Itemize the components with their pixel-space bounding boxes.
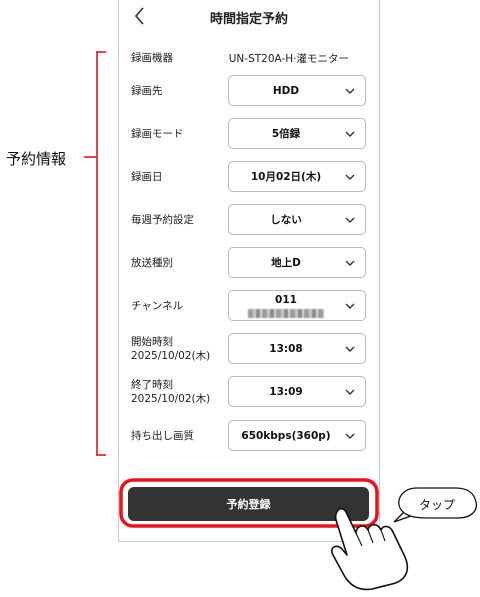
destination-select[interactable]: HDD bbox=[228, 75, 366, 106]
row-label-date: 録画日 bbox=[131, 171, 163, 183]
broadcast-value: 地上D bbox=[271, 257, 301, 269]
chevron-down-icon bbox=[345, 131, 355, 137]
row-label-quality: 持ち出し画質 bbox=[131, 430, 194, 442]
channel-name-redacted bbox=[248, 309, 324, 318]
date-select[interactable]: 10月02日(木) bbox=[228, 161, 366, 192]
quality-value: 650kbps(360p) bbox=[241, 429, 331, 442]
chevron-down-icon bbox=[345, 389, 355, 395]
channel-number: 011 bbox=[275, 294, 297, 306]
row-label-weekly: 毎週予約設定 bbox=[131, 214, 194, 226]
broadcast-select[interactable]: 地上D bbox=[228, 247, 366, 278]
start-time-select[interactable]: 13:08 bbox=[228, 333, 366, 364]
page-title: 時間指定予約 bbox=[209, 12, 288, 27]
chevron-down-icon bbox=[345, 303, 355, 309]
phone-screen: 時間指定予約 録画機器 UN-ST20A-H·灌モニター 録画先 HDD 録画モ… bbox=[118, 0, 380, 542]
date-value: 10月02日(木) bbox=[250, 171, 322, 183]
end-time-value: 13:09 bbox=[269, 385, 303, 398]
chevron-down-icon bbox=[345, 217, 355, 223]
row-label-mode: 録画モード bbox=[131, 128, 184, 140]
header-bar: 時間指定予約 bbox=[119, 0, 379, 34]
channel-select[interactable]: 011 bbox=[228, 290, 366, 321]
device-value: UN-ST20A-H·灌モニター bbox=[228, 53, 349, 65]
weekly-select[interactable]: しない bbox=[228, 204, 366, 235]
chevron-down-icon bbox=[345, 88, 355, 94]
end-date: 2025/10/02(木) bbox=[131, 393, 211, 405]
mode-select[interactable]: 5倍録 bbox=[228, 118, 366, 149]
destination-value: HDD bbox=[272, 84, 300, 97]
end-label: 終了時刻 bbox=[131, 379, 173, 391]
start-date: 2025/10/02(木) bbox=[131, 350, 211, 362]
start-time-value: 13:08 bbox=[269, 342, 303, 355]
device-label: 録画機器 bbox=[131, 52, 173, 64]
chevron-down-icon bbox=[345, 433, 355, 439]
channel-value-block: 011 bbox=[229, 291, 343, 320]
row-label-channel: チャンネル bbox=[131, 300, 184, 312]
end-time-select[interactable]: 13:09 bbox=[228, 376, 366, 407]
chevron-down-icon bbox=[345, 174, 355, 180]
mode-value: 5倍録 bbox=[271, 128, 301, 140]
row-label-end: 終了時刻 2025/10/02(木) bbox=[131, 378, 210, 406]
reserve-button[interactable]: 予約登録 bbox=[128, 487, 369, 521]
row-label-broadcast: 放送種別 bbox=[131, 257, 173, 269]
chevron-down-icon bbox=[345, 346, 355, 352]
chevron-down-icon bbox=[345, 260, 355, 266]
row-label-start: 開始時刻 2025/10/02(木) bbox=[131, 335, 210, 363]
quality-select[interactable]: 650kbps(360p) bbox=[228, 420, 366, 451]
row-label-destination: 録画先 bbox=[131, 85, 163, 97]
weekly-value: しない bbox=[270, 214, 302, 226]
annotation-tap-label: タップ bbox=[419, 498, 456, 512]
annotation-bracket bbox=[84, 51, 106, 456]
start-label: 開始時刻 bbox=[131, 336, 173, 348]
